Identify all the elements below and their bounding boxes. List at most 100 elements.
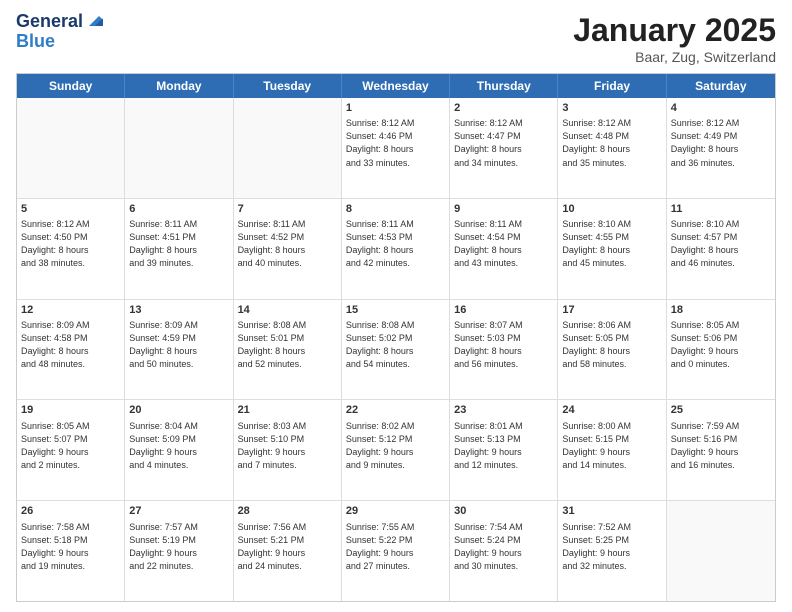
cell-info: Sunrise: 8:12 AM Sunset: 4:46 PM Dayligh… <box>346 118 415 167</box>
day-number: 30 <box>454 504 553 519</box>
calendar-cell-27: 27 Sunrise: 7:57 AM Sunset: 5:19 PM Dayli… <box>125 501 233 601</box>
day-number: 21 <box>238 403 337 418</box>
calendar-cell-21: 21 Sunrise: 8:03 AM Sunset: 5:10 PM Dayli… <box>234 400 342 500</box>
calendar-cell-empty-0-0 <box>17 98 125 198</box>
calendar-cell-12: 12 Sunrise: 8:09 AM Sunset: 4:58 PM Dayli… <box>17 300 125 400</box>
cell-info: Sunrise: 8:10 AM Sunset: 4:57 PM Dayligh… <box>671 219 740 268</box>
title-location: Baar, Zug, Switzerland <box>573 49 776 65</box>
day-number: 28 <box>238 504 337 519</box>
calendar-cell-29: 29 Sunrise: 7:55 AM Sunset: 5:22 PM Dayli… <box>342 501 450 601</box>
calendar-row-2: 12 Sunrise: 8:09 AM Sunset: 4:58 PM Dayli… <box>17 300 775 401</box>
header: General Blue January 2025 Baar, Zug, Swi… <box>16 12 776 65</box>
calendar-cell-4: 4Sunrise: 8:12 AM Sunset: 4:49 PM Daylig… <box>667 98 775 198</box>
cell-info: Sunrise: 7:59 AM Sunset: 5:16 PM Dayligh… <box>671 421 740 470</box>
calendar-cell-empty-0-1 <box>125 98 233 198</box>
calendar-cell-22: 22Sunrise: 8:02 AM Sunset: 5:12 PM Dayli… <box>342 400 450 500</box>
day-number: 18 <box>671 303 771 318</box>
weekday-header-wednesday: Wednesday <box>342 74 450 98</box>
calendar-cell-16: 16 Sunrise: 8:07 AM Sunset: 5:03 PM Dayli… <box>450 300 558 400</box>
calendar-cell-30: 30Sunrise: 7:54 AM Sunset: 5:24 PM Dayli… <box>450 501 558 601</box>
day-number: 8 <box>346 202 445 217</box>
day-number: 5 <box>21 202 120 217</box>
cell-info: Sunrise: 8:05 AM Sunset: 5:06 PM Dayligh… <box>671 320 740 369</box>
logo-icon <box>85 12 103 30</box>
calendar-cell-11: 11 Sunrise: 8:10 AM Sunset: 4:57 PM Dayli… <box>667 199 775 299</box>
cell-info: Sunrise: 7:57 AM Sunset: 5:19 PM Dayligh… <box>129 522 198 571</box>
page: General Blue January 2025 Baar, Zug, Swi… <box>0 0 792 612</box>
day-number: 11 <box>671 202 771 217</box>
day-number: 23 <box>454 403 553 418</box>
cell-info: Sunrise: 8:06 AM Sunset: 5:05 PM Dayligh… <box>562 320 631 369</box>
calendar-cell-1: 1 Sunrise: 8:12 AM Sunset: 4:46 PM Daylig… <box>342 98 450 198</box>
cell-info: Sunrise: 7:56 AM Sunset: 5:21 PM Dayligh… <box>238 522 307 571</box>
calendar-cell-23: 23 Sunrise: 8:01 AM Sunset: 5:13 PM Dayli… <box>450 400 558 500</box>
calendar-cell-3: 3 Sunrise: 8:12 AM Sunset: 4:48 PM Daylig… <box>558 98 666 198</box>
day-number: 4 <box>671 101 771 116</box>
cell-info: Sunrise: 7:52 AM Sunset: 5:25 PM Dayligh… <box>562 522 631 571</box>
calendar-cell-31: 31Sunrise: 7:52 AM Sunset: 5:25 PM Dayli… <box>558 501 666 601</box>
calendar-cell-15: 15Sunrise: 8:08 AM Sunset: 5:02 PM Dayli… <box>342 300 450 400</box>
weekday-header-sunday: Sunday <box>17 74 125 98</box>
logo-blue: Blue <box>16 32 103 52</box>
day-number: 26 <box>21 504 120 519</box>
calendar-cell-5: 5 Sunrise: 8:12 AM Sunset: 4:50 PM Daylig… <box>17 199 125 299</box>
day-number: 20 <box>129 403 228 418</box>
calendar-cell-6: 6Sunrise: 8:11 AM Sunset: 4:51 PM Daylig… <box>125 199 233 299</box>
day-number: 16 <box>454 303 553 318</box>
logo: General Blue <box>16 12 103 52</box>
cell-info: Sunrise: 8:12 AM Sunset: 4:50 PM Dayligh… <box>21 219 90 268</box>
cell-info: Sunrise: 8:11 AM Sunset: 4:52 PM Dayligh… <box>238 219 306 268</box>
calendar-cell-2: 2Sunrise: 8:12 AM Sunset: 4:47 PM Daylig… <box>450 98 558 198</box>
day-number: 27 <box>129 504 228 519</box>
calendar-cell-8: 8 Sunrise: 8:11 AM Sunset: 4:53 PM Daylig… <box>342 199 450 299</box>
title-section: January 2025 Baar, Zug, Switzerland <box>573 12 776 65</box>
calendar-cell-19: 19 Sunrise: 8:05 AM Sunset: 5:07 PM Dayli… <box>17 400 125 500</box>
cell-info: Sunrise: 8:07 AM Sunset: 5:03 PM Dayligh… <box>454 320 523 369</box>
calendar-cell-25: 25Sunrise: 7:59 AM Sunset: 5:16 PM Dayli… <box>667 400 775 500</box>
day-number: 12 <box>21 303 120 318</box>
day-number: 2 <box>454 101 553 116</box>
calendar-row-0: 1 Sunrise: 8:12 AM Sunset: 4:46 PM Daylig… <box>17 98 775 199</box>
cell-info: Sunrise: 8:09 AM Sunset: 4:58 PM Dayligh… <box>21 320 90 369</box>
cell-info: Sunrise: 8:11 AM Sunset: 4:53 PM Dayligh… <box>346 219 414 268</box>
weekday-header-saturday: Saturday <box>667 74 775 98</box>
cell-info: Sunrise: 8:02 AM Sunset: 5:12 PM Dayligh… <box>346 421 415 470</box>
calendar-row-3: 19 Sunrise: 8:05 AM Sunset: 5:07 PM Dayli… <box>17 400 775 501</box>
cell-info: Sunrise: 8:00 AM Sunset: 5:15 PM Dayligh… <box>562 421 631 470</box>
calendar-cell-26: 26Sunrise: 7:58 AM Sunset: 5:18 PM Dayli… <box>17 501 125 601</box>
cell-info: Sunrise: 8:03 AM Sunset: 5:10 PM Dayligh… <box>238 421 307 470</box>
day-number: 10 <box>562 202 661 217</box>
day-number: 1 <box>346 101 445 116</box>
calendar-cell-empty-4-6 <box>667 501 775 601</box>
calendar-row-1: 5 Sunrise: 8:12 AM Sunset: 4:50 PM Daylig… <box>17 199 775 300</box>
calendar-cell-14: 14Sunrise: 8:08 AM Sunset: 5:01 PM Dayli… <box>234 300 342 400</box>
day-number: 29 <box>346 504 445 519</box>
calendar-cell-empty-0-2 <box>234 98 342 198</box>
cell-info: Sunrise: 8:01 AM Sunset: 5:13 PM Dayligh… <box>454 421 523 470</box>
calendar-cell-10: 10Sunrise: 8:10 AM Sunset: 4:55 PM Dayli… <box>558 199 666 299</box>
weekday-header-thursday: Thursday <box>450 74 558 98</box>
calendar-cell-17: 17 Sunrise: 8:06 AM Sunset: 5:05 PM Dayli… <box>558 300 666 400</box>
day-number: 7 <box>238 202 337 217</box>
cell-info: Sunrise: 8:12 AM Sunset: 4:48 PM Dayligh… <box>562 118 631 167</box>
calendar-cell-7: 7 Sunrise: 8:11 AM Sunset: 4:52 PM Daylig… <box>234 199 342 299</box>
calendar: SundayMondayTuesdayWednesdayThursdayFrid… <box>16 73 776 602</box>
day-number: 17 <box>562 303 661 318</box>
day-number: 3 <box>562 101 661 116</box>
calendar-header: SundayMondayTuesdayWednesdayThursdayFrid… <box>17 74 775 98</box>
calendar-cell-24: 24 Sunrise: 8:00 AM Sunset: 5:15 PM Dayli… <box>558 400 666 500</box>
cell-info: Sunrise: 8:11 AM Sunset: 4:54 PM Dayligh… <box>454 219 522 268</box>
day-number: 6 <box>129 202 228 217</box>
day-number: 19 <box>21 403 120 418</box>
calendar-cell-13: 13Sunrise: 8:09 AM Sunset: 4:59 PM Dayli… <box>125 300 233 400</box>
cell-info: Sunrise: 8:05 AM Sunset: 5:07 PM Dayligh… <box>21 421 90 470</box>
logo-general: General <box>16 12 83 32</box>
calendar-cell-18: 18 Sunrise: 8:05 AM Sunset: 5:06 PM Dayli… <box>667 300 775 400</box>
calendar-cell-20: 20Sunrise: 8:04 AM Sunset: 5:09 PM Dayli… <box>125 400 233 500</box>
day-number: 24 <box>562 403 661 418</box>
cell-info: Sunrise: 8:09 AM Sunset: 4:59 PM Dayligh… <box>129 320 198 369</box>
calendar-cell-9: 9Sunrise: 8:11 AM Sunset: 4:54 PM Daylig… <box>450 199 558 299</box>
day-number: 15 <box>346 303 445 318</box>
calendar-row-4: 26Sunrise: 7:58 AM Sunset: 5:18 PM Dayli… <box>17 501 775 601</box>
cell-info: Sunrise: 7:55 AM Sunset: 5:22 PM Dayligh… <box>346 522 415 571</box>
